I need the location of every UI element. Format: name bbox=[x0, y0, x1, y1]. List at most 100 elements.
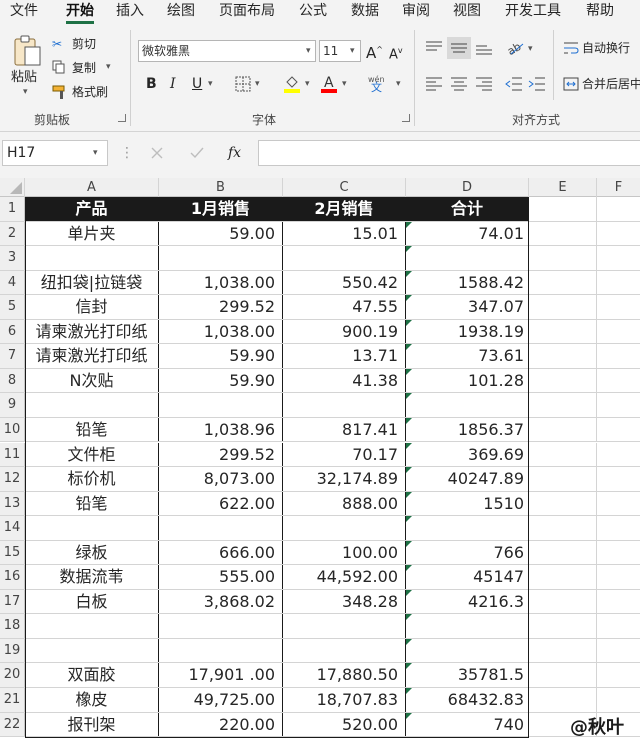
cell-a[interactable] bbox=[25, 393, 159, 417]
cell-d[interactable]: 766 bbox=[406, 540, 529, 565]
underline-button[interactable]: U bbox=[192, 76, 202, 92]
align-right-icon[interactable] bbox=[475, 76, 493, 92]
cell-empty[interactable] bbox=[529, 614, 597, 638]
error-indicator-icon[interactable] bbox=[406, 688, 412, 694]
cell-b[interactable] bbox=[159, 393, 283, 417]
tab-view[interactable]: 视图 bbox=[453, 2, 481, 20]
cell-c[interactable]: 13.71 bbox=[283, 344, 406, 368]
error-indicator-icon[interactable] bbox=[406, 491, 412, 498]
error-indicator-icon[interactable] bbox=[406, 712, 412, 719]
cell-d[interactable]: 40247.89 bbox=[406, 467, 529, 491]
column-header[interactable]: C bbox=[283, 178, 406, 197]
cell-b[interactable]: 1月销售 bbox=[159, 197, 283, 221]
cell-empty[interactable] bbox=[529, 663, 597, 687]
row-header[interactable]: 18 bbox=[0, 614, 25, 638]
column-header[interactable]: E bbox=[529, 178, 597, 197]
cell-d[interactable]: 1856.37 bbox=[406, 417, 529, 442]
underline-dropdown-icon[interactable]: ▾ bbox=[208, 79, 213, 89]
cell-a[interactable] bbox=[25, 246, 159, 270]
cell-empty[interactable] bbox=[529, 516, 597, 540]
error-indicator-icon[interactable] bbox=[406, 663, 412, 670]
cell-b[interactable]: 299.52 bbox=[159, 295, 283, 319]
cell-empty[interactable] bbox=[529, 565, 597, 589]
cell-b[interactable]: 220.00 bbox=[159, 712, 283, 737]
cell-b[interactable]: 666.00 bbox=[159, 540, 283, 565]
tab-file[interactable]: 文件 bbox=[10, 2, 38, 20]
cell-d[interactable] bbox=[406, 638, 529, 663]
row-header[interactable]: 8 bbox=[0, 368, 25, 393]
cell-empty[interactable] bbox=[597, 467, 640, 491]
error-indicator-icon[interactable] bbox=[406, 589, 412, 596]
cell-c[interactable]: 41.38 bbox=[283, 368, 406, 393]
cell-d[interactable] bbox=[406, 516, 529, 540]
align-center-icon[interactable] bbox=[450, 76, 468, 92]
cell-empty[interactable] bbox=[529, 491, 597, 516]
row-header[interactable]: 20 bbox=[0, 663, 25, 687]
font-color-dropdown-icon[interactable]: ▾ bbox=[342, 79, 347, 89]
cell-b[interactable]: 17,901 .00 bbox=[159, 663, 283, 687]
cell-empty[interactable] bbox=[597, 344, 640, 368]
cell-a[interactable]: 双面胶 bbox=[25, 663, 159, 687]
cell-a[interactable]: 纽扣袋|拉链袋 bbox=[25, 270, 159, 295]
cell-empty[interactable] bbox=[529, 197, 597, 221]
cell-d[interactable] bbox=[406, 246, 529, 270]
cell-c[interactable]: 70.17 bbox=[283, 442, 406, 467]
row-header[interactable]: 19 bbox=[0, 638, 25, 663]
cell-d[interactable]: 68432.83 bbox=[406, 688, 529, 712]
row-header[interactable]: 16 bbox=[0, 565, 25, 589]
cell-d[interactable]: 1588.42 bbox=[406, 270, 529, 295]
tab-developer[interactable]: 开发工具 bbox=[505, 2, 561, 20]
cell-empty[interactable] bbox=[597, 590, 640, 614]
insert-function-icon[interactable]: fx bbox=[228, 145, 241, 161]
cell-empty[interactable] bbox=[529, 270, 597, 295]
cell-b[interactable] bbox=[159, 516, 283, 540]
cell-empty[interactable] bbox=[597, 541, 640, 565]
wrap-text-button[interactable]: 自动换行 bbox=[582, 40, 630, 56]
row-header[interactable]: 4 bbox=[0, 270, 25, 295]
cell-empty[interactable] bbox=[529, 295, 597, 319]
cell-c[interactable]: 888.00 bbox=[283, 491, 406, 516]
cell-empty[interactable] bbox=[597, 492, 640, 516]
increase-font-size-icon[interactable]: A^ bbox=[366, 42, 383, 61]
cell-b[interactable] bbox=[159, 246, 283, 270]
error-indicator-icon[interactable] bbox=[406, 467, 412, 474]
cell-d[interactable]: 74.01 bbox=[406, 221, 529, 246]
cell-empty[interactable] bbox=[597, 246, 640, 270]
formula-input[interactable] bbox=[258, 140, 640, 166]
cell-empty[interactable] bbox=[597, 639, 640, 663]
row-header[interactable]: 6 bbox=[0, 319, 25, 344]
cell-c[interactable]: 348.28 bbox=[283, 589, 406, 614]
row-header[interactable]: 10 bbox=[0, 417, 25, 442]
cell-a[interactable] bbox=[25, 614, 159, 638]
cell-empty[interactable] bbox=[529, 393, 597, 417]
cell-empty[interactable] bbox=[597, 516, 640, 540]
cell-a[interactable]: 单片夹 bbox=[25, 221, 159, 246]
row-header[interactable]: 2 bbox=[0, 221, 25, 246]
cell-d[interactable]: 101.28 bbox=[406, 368, 529, 393]
error-indicator-icon[interactable] bbox=[406, 614, 412, 621]
tab-home[interactable]: 开始 bbox=[66, 2, 94, 20]
cell-c[interactable]: 17,880.50 bbox=[283, 663, 406, 687]
cell-d[interactable]: 1938.19 bbox=[406, 319, 529, 344]
cell-empty[interactable] bbox=[597, 295, 640, 319]
cell-a[interactable] bbox=[25, 516, 159, 540]
error-indicator-icon[interactable] bbox=[406, 368, 412, 375]
phonetic-dropdown-icon[interactable]: ▾ bbox=[396, 79, 401, 89]
error-indicator-icon[interactable] bbox=[406, 442, 412, 449]
cell-c[interactable]: 100.00 bbox=[283, 540, 406, 565]
decrease-font-size-icon[interactable]: Av bbox=[389, 43, 403, 63]
select-all-corner[interactable] bbox=[0, 178, 25, 197]
cut-icon[interactable]: ✂ bbox=[52, 36, 62, 52]
cell-d[interactable]: 45147 bbox=[406, 565, 529, 589]
cell-d[interactable] bbox=[406, 393, 529, 417]
cell-b[interactable]: 59.90 bbox=[159, 368, 283, 393]
cell-d[interactable]: 369.69 bbox=[406, 442, 529, 467]
cell-empty[interactable] bbox=[529, 368, 597, 393]
align-bottom-icon[interactable] bbox=[475, 40, 493, 56]
cell-empty[interactable] bbox=[529, 417, 597, 442]
cell-a[interactable]: N次贴 bbox=[25, 368, 159, 393]
cell-b[interactable]: 49,725.00 bbox=[159, 688, 283, 712]
cell-c[interactable]: 15.01 bbox=[283, 221, 406, 246]
font-name-dropdown-icon[interactable]: ▾ bbox=[306, 46, 311, 56]
cell-empty[interactable] bbox=[597, 443, 640, 467]
